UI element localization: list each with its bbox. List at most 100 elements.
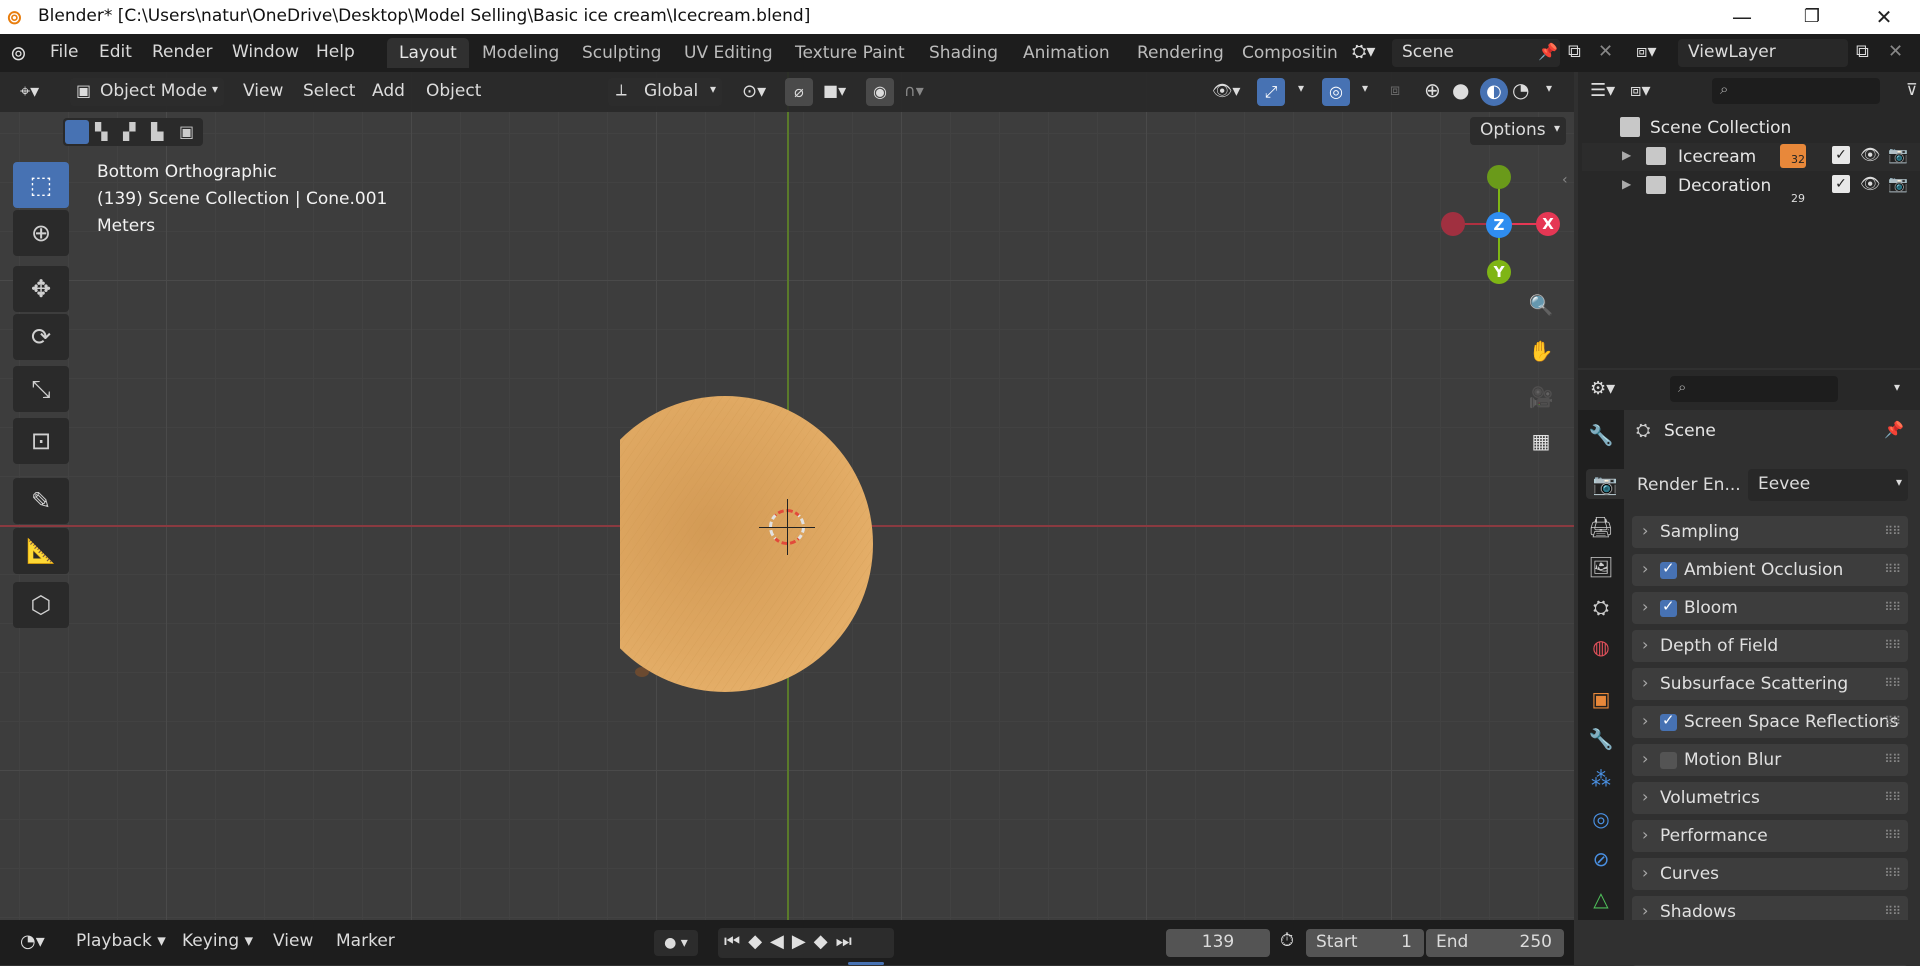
annotate-tool[interactable]: ✎ bbox=[13, 478, 69, 524]
filter-icon[interactable]: ⊽ bbox=[1906, 80, 1918, 99]
new-viewlayer-icon[interactable]: ⧉ bbox=[1856, 41, 1869, 62]
tab-modeling[interactable]: Modeling bbox=[470, 38, 571, 68]
data-tab-icon[interactable]: △ bbox=[1586, 884, 1616, 914]
measure-tool[interactable]: 📐 bbox=[13, 528, 69, 574]
chevron-right-icon[interactable]: › bbox=[1642, 597, 1648, 616]
drag-handle-icon[interactable]: ⠿⠿ bbox=[1884, 790, 1901, 804]
chevron-right-icon[interactable]: › bbox=[1642, 749, 1648, 768]
modifier-tab-icon[interactable]: 🔧 bbox=[1586, 724, 1616, 754]
camera-view-icon[interactable]: 🎥 bbox=[1524, 380, 1558, 414]
solid-shading-icon[interactable]: ● bbox=[1452, 78, 1469, 102]
scene-name-field[interactable]: Scene bbox=[1392, 39, 1560, 67]
panel-screen-space-reflections[interactable]: › Screen Space Reflections⠿⠿ bbox=[1632, 706, 1908, 738]
select-box-tool[interactable]: ⬚ bbox=[13, 162, 69, 208]
viewlayer-browse-icon[interactable]: ⧈▾ bbox=[1636, 41, 1656, 62]
wireframe-shading-icon[interactable]: ⊕ bbox=[1424, 78, 1441, 102]
scene-browse-icon[interactable]: ⛭▾ bbox=[1352, 41, 1390, 67]
chevron-right-icon[interactable]: › bbox=[1642, 825, 1648, 844]
transform-orientation-select[interactable]: ⟂ Global ▾ bbox=[608, 78, 722, 106]
outliner-editor-icon[interactable]: ☰▾ bbox=[1590, 80, 1615, 101]
expand-arrow-icon[interactable]: ▶ bbox=[1622, 177, 1631, 191]
tab-compositing[interactable]: Compositin bbox=[1230, 38, 1340, 68]
minimize-button[interactable]: — bbox=[1714, 0, 1770, 34]
auto-keying-record-icon[interactable]: ● ▾ bbox=[654, 930, 698, 956]
drag-handle-icon[interactable]: ⠿⠿ bbox=[1884, 524, 1901, 538]
panel-ambient-occlusion[interactable]: › Ambient Occlusion ⠿⠿ bbox=[1632, 554, 1908, 586]
menu-window[interactable]: Window bbox=[232, 42, 299, 62]
panel-performance[interactable]: › Performance ⠿⠿ bbox=[1632, 820, 1908, 852]
gizmo-y-axis[interactable]: Y bbox=[1487, 260, 1511, 284]
start-frame-field[interactable]: Start 1 bbox=[1306, 929, 1424, 957]
chevron-right-icon[interactable]: › bbox=[1642, 521, 1648, 540]
expand-arrow-icon[interactable]: ▶ bbox=[1622, 148, 1631, 162]
pan-hand-icon[interactable]: ✋ bbox=[1524, 334, 1558, 368]
panel-depth-of-field[interactable]: › Depth of Field ⠿⠿ bbox=[1632, 630, 1908, 662]
timeline-editor-icon[interactable]: ◔▾ bbox=[12, 928, 53, 956]
drag-handle-icon[interactable]: ⠿⠿ bbox=[1884, 638, 1901, 652]
panel-subsurface-scattering[interactable]: › Subsurface Scattering ⠿⠿ bbox=[1632, 668, 1908, 700]
properties-editor-icon[interactable]: ⚙▾ bbox=[1590, 378, 1615, 399]
panel-sampling[interactable]: › Sampling ⠿⠿ bbox=[1632, 516, 1908, 548]
overlay-toggle-icon[interactable]: ◎ bbox=[1322, 78, 1350, 106]
panel-curves[interactable]: › Curves ⠿⠿ bbox=[1632, 858, 1908, 890]
menu-select[interactable]: Select bbox=[295, 78, 363, 106]
menu-keying[interactable]: Keying ▾ bbox=[174, 928, 261, 956]
editor-type-icon[interactable]: ⌖▾ bbox=[12, 78, 47, 106]
chevron-right-icon[interactable]: › bbox=[1642, 863, 1648, 882]
object-tab-icon[interactable]: ▣ bbox=[1586, 684, 1616, 714]
tab-shading[interactable]: Shading bbox=[917, 38, 1010, 68]
chevron-right-icon[interactable]: › bbox=[1642, 673, 1648, 692]
view-layer-tab-icon[interactable]: 🖼 bbox=[1586, 552, 1616, 582]
render-engine-select[interactable]: Eevee ▾ bbox=[1748, 469, 1908, 501]
menu-marker[interactable]: Marker bbox=[328, 928, 403, 956]
particles-tab-icon[interactable]: ⁂ bbox=[1586, 764, 1616, 794]
playback-controls[interactable]: ⏮◆◀▶◆⏭ bbox=[718, 928, 894, 958]
output-tab-icon[interactable]: 🖨 bbox=[1586, 512, 1616, 542]
chevron-right-icon[interactable]: › bbox=[1642, 711, 1648, 730]
snap-icon[interactable]: ⌀ bbox=[785, 78, 813, 106]
delete-scene-icon[interactable]: ✕ bbox=[1598, 41, 1613, 62]
outliner-row-icecream[interactable]: ▶ Icecream 32 ✓ 👁 📷 bbox=[1582, 143, 1920, 171]
viewlayer-name-field[interactable]: ViewLayer bbox=[1678, 39, 1848, 67]
move-tool[interactable]: ✥ bbox=[13, 266, 69, 312]
tab-layout[interactable]: Layout bbox=[387, 38, 469, 68]
eye-icon[interactable]: 👁 bbox=[1860, 174, 1880, 193]
drag-handle-icon[interactable]: ⠿⠿ bbox=[1884, 562, 1901, 576]
select-intersect-icon[interactable]: ▣ bbox=[179, 122, 194, 141]
sidebar-toggle-icon[interactable]: ‹ bbox=[1562, 172, 1568, 188]
select-invert-icon[interactable]: ▙ bbox=[151, 122, 163, 141]
drag-handle-icon[interactable]: ⠿⠿ bbox=[1884, 828, 1901, 842]
menu-playback[interactable]: Playback ▾ bbox=[68, 928, 174, 956]
transform-tool[interactable]: ⊡ bbox=[13, 418, 69, 464]
world-tab-icon[interactable]: ◍ bbox=[1586, 632, 1616, 662]
properties-options-icon[interactable]: ▾ bbox=[1894, 380, 1900, 394]
panel-checkbox[interactable] bbox=[1660, 559, 1677, 579]
new-scene-icon[interactable]: ⧉ bbox=[1568, 41, 1581, 62]
mode-selector[interactable]: ▣ Object Mode ▾ bbox=[70, 78, 224, 106]
menu-timeline-view[interactable]: View bbox=[265, 928, 321, 956]
menu-render[interactable]: Render bbox=[152, 42, 213, 62]
select-subtract-icon[interactable]: ▞ bbox=[123, 122, 135, 141]
preview-range-icon[interactable]: ⏱ bbox=[1280, 930, 1294, 951]
cursor-tool[interactable]: ⊕ bbox=[13, 210, 69, 256]
menu-help[interactable]: Help bbox=[316, 42, 355, 62]
zoom-icon[interactable]: 🔍 bbox=[1524, 288, 1558, 322]
menu-file[interactable]: File bbox=[50, 42, 78, 62]
shading-dropdown-icon[interactable]: ▾ bbox=[1538, 78, 1560, 106]
tool-tab-icon[interactable]: 🔧 bbox=[1586, 420, 1616, 450]
xray-icon[interactable]: ⧈ bbox=[1390, 80, 1400, 100]
chevron-right-icon[interactable]: › bbox=[1642, 787, 1648, 806]
exclude-checkbox[interactable]: ✓ bbox=[1832, 175, 1850, 193]
add-cube-tool[interactable]: ⬡ bbox=[13, 582, 69, 628]
gizmo-dropdown-icon[interactable]: ▾ bbox=[1290, 78, 1312, 106]
material-shading-icon[interactable]: ◐ bbox=[1480, 78, 1508, 106]
outliner-row-scene-collection[interactable]: Scene Collection bbox=[1582, 114, 1920, 142]
gizmo-z-axis[interactable]: Z bbox=[1486, 212, 1512, 238]
drag-handle-icon[interactable]: ⠿⠿ bbox=[1884, 714, 1901, 728]
panel-checkbox[interactable] bbox=[1660, 752, 1677, 769]
exclude-checkbox[interactable]: ✓ bbox=[1832, 146, 1850, 164]
render-tab-icon[interactable]: 📷 bbox=[1586, 469, 1624, 499]
rotate-tool[interactable]: ⟳ bbox=[13, 314, 69, 360]
panel-checkbox[interactable] bbox=[1660, 597, 1677, 617]
constraints-tab-icon[interactable]: ⊘ bbox=[1586, 844, 1616, 874]
